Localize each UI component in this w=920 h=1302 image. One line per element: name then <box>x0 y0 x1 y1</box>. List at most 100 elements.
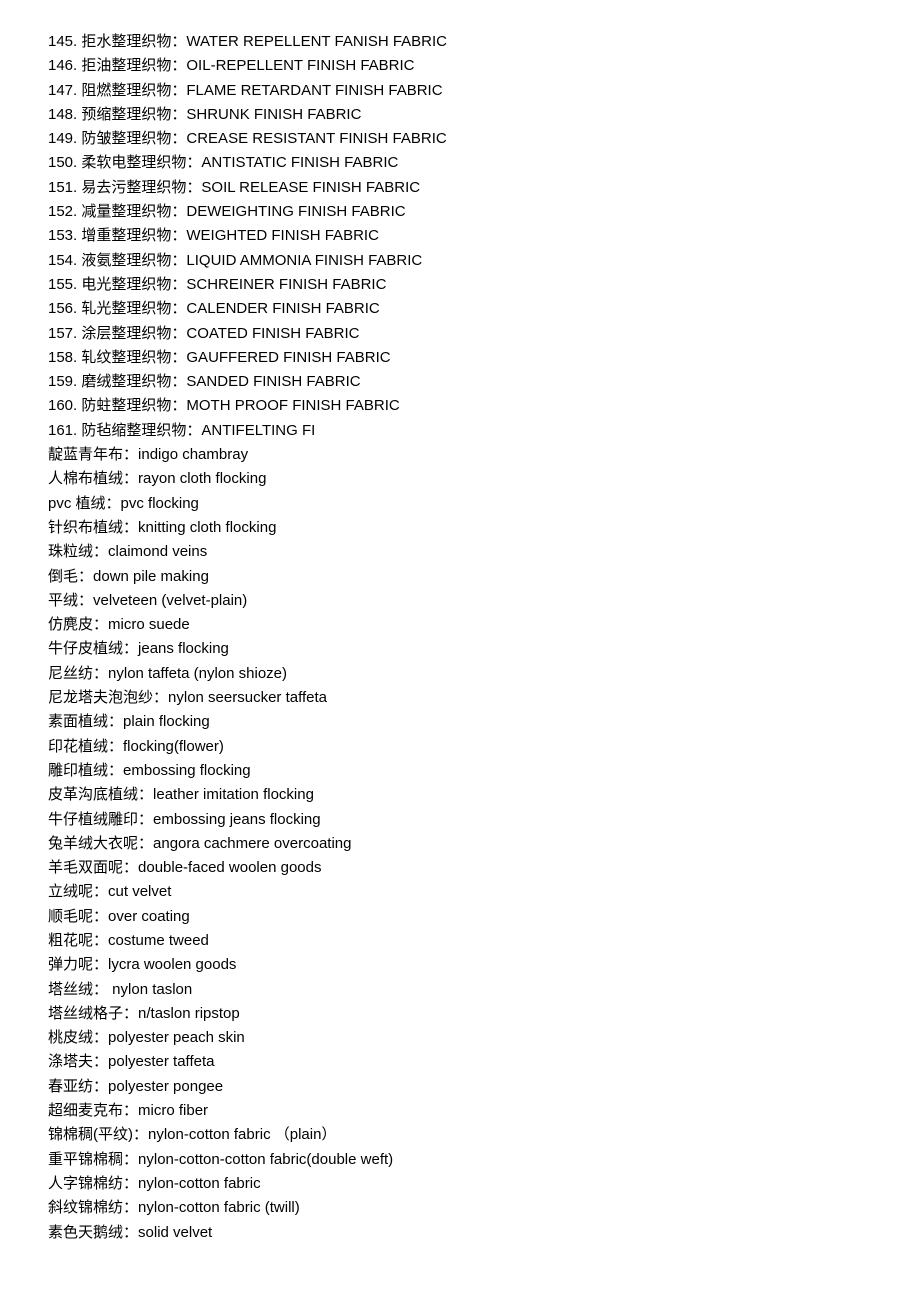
numbered-entry: 157. 涂层整理织物：COATED FINISH FABRIC <box>48 322 872 346</box>
entry-number: 152. <box>48 203 77 220</box>
term-entry: 春亚纺：polyester pongee <box>48 1075 872 1099</box>
term-cn: 尼丝纺： <box>48 665 108 682</box>
term-en: knitting cloth flocking <box>138 519 276 536</box>
term-cn: 重平锦棉稠： <box>48 1151 138 1168</box>
entry-en: LIQUID AMMONIA FINISH FABRIC <box>186 252 422 269</box>
numbered-entry: 154. 液氨整理织物：LIQUID AMMONIA FINISH FABRIC <box>48 249 872 273</box>
term-en: indigo chambray <box>138 446 248 463</box>
numbered-entry: 156. 轧光整理织物：CALENDER FINISH FABRIC <box>48 297 872 321</box>
term-entry: 印花植绒：flocking(flower) <box>48 735 872 759</box>
term-cn: 桃皮绒： <box>48 1029 108 1046</box>
term-en: cut velvet <box>108 883 171 900</box>
term-en: embossing flocking <box>123 762 251 779</box>
term-entry: 素色天鹅绒：solid velvet <box>48 1221 872 1245</box>
entry-number: 156. <box>48 300 77 317</box>
term-en: micro fiber <box>138 1102 208 1119</box>
term-entry: 靛蓝青年布：indigo chambray <box>48 443 872 467</box>
term-en: velveteen (velvet-plain) <box>93 592 247 609</box>
term-en: rayon cloth flocking <box>138 470 266 487</box>
term-cn: 锦棉稠(平纹)： <box>48 1126 148 1143</box>
term-entry: 斜纹锦棉纺：nylon-cotton fabric (twill) <box>48 1196 872 1220</box>
entry-en: DEWEIGHTING FINISH FABRIC <box>186 203 405 220</box>
term-cn: 人棉布植绒： <box>48 470 138 487</box>
term-en: n/taslon ripstop <box>138 1005 240 1022</box>
term-entry: 锦棉稠(平纹)：nylon-cotton fabric （plain） <box>48 1123 872 1147</box>
term-cn: 针织布植绒： <box>48 519 138 536</box>
entry-en: OIL-REPELLENT FINISH FABRIC <box>186 57 414 74</box>
numbered-entry: 146. 拒油整理织物：OIL-REPELLENT FINISH FABRIC <box>48 54 872 78</box>
term-entry: 牛仔皮植绒：jeans flocking <box>48 637 872 661</box>
entry-cn: 防毡缩整理织物： <box>81 422 201 439</box>
term-cn: 人字锦棉纺： <box>48 1175 138 1192</box>
term-en: nylon-cotton fabric （plain） <box>148 1126 336 1143</box>
numbered-entry: 145. 拒水整理织物：WATER REPELLENT FANISH FABRI… <box>48 30 872 54</box>
term-en: nylon seersucker taffeta <box>168 689 327 706</box>
term-entry: 兔羊绒大衣呢：angora cachmere overcoating <box>48 832 872 856</box>
term-en: nylon-cotton fabric <box>138 1175 261 1192</box>
entry-cn: 液氨整理织物： <box>81 252 186 269</box>
entry-cn: 电光整理织物： <box>81 276 186 293</box>
numbered-entry: 153. 增重整理织物：WEIGHTED FINISH FABRIC <box>48 224 872 248</box>
term-entry: 仿麂皮：micro suede <box>48 613 872 637</box>
term-en: nylon taslon <box>112 981 192 998</box>
entry-en: WATER REPELLENT FANISH FABRIC <box>186 33 447 50</box>
term-en: jeans flocking <box>138 640 229 657</box>
numbered-entry: 150. 柔软电整理织物：ANTISTATIC FINISH FABRIC <box>48 151 872 175</box>
entry-cn: 轧纹整理织物： <box>81 349 186 366</box>
term-entry: 人字锦棉纺：nylon-cotton fabric <box>48 1172 872 1196</box>
term-en: embossing jeans flocking <box>153 811 321 828</box>
entry-number: 150. <box>48 154 77 171</box>
term-entry: pvc 植绒：pvc flocking <box>48 492 872 516</box>
numbered-entry: 160. 防蛀整理织物：MOTH PROOF FINISH FABRIC <box>48 394 872 418</box>
term-en: claimond veins <box>108 543 207 560</box>
entry-cn: 预缩整理织物： <box>81 106 186 123</box>
entry-number: 151. <box>48 179 77 196</box>
term-cn: 素色天鹅绒： <box>48 1224 138 1241</box>
term-cn: 雕印植绒： <box>48 762 123 779</box>
term-en: leather imitation flocking <box>153 786 314 803</box>
term-en: double-faced woolen goods <box>138 859 321 876</box>
entry-cn: 磨绒整理织物： <box>81 373 186 390</box>
entry-number: 159. <box>48 373 77 390</box>
entry-number: 145. <box>48 33 77 50</box>
term-cn: 牛仔植绒雕印： <box>48 811 153 828</box>
term-en: nylon-cotton-cotton fabric(double weft) <box>138 1151 393 1168</box>
entry-number: 161. <box>48 422 77 439</box>
numbered-entry: 158. 轧纹整理织物：GAUFFERED FINISH FABRIC <box>48 346 872 370</box>
term-cn: 平绒： <box>48 592 93 609</box>
term-cn: 素面植绒： <box>48 713 123 730</box>
numbered-entry: 151. 易去污整理织物：SOIL RELEASE FINISH FABRIC <box>48 176 872 200</box>
term-en: angora cachmere overcoating <box>153 835 351 852</box>
entry-number: 148. <box>48 106 77 123</box>
numbered-entry: 149. 防皱整理织物：CREASE RESISTANT FINISH FABR… <box>48 127 872 151</box>
term-cn: 羊毛双面呢： <box>48 859 138 876</box>
term-entry: 牛仔植绒雕印：embossing jeans flocking <box>48 808 872 832</box>
term-entry: 羊毛双面呢：double-faced woolen goods <box>48 856 872 880</box>
term-cn: 春亚纺： <box>48 1078 108 1095</box>
term-en: micro suede <box>108 616 190 633</box>
entry-cn: 阻燃整理织物： <box>81 82 186 99</box>
entry-en: SCHREINER FINISH FABRIC <box>186 276 386 293</box>
entry-number: 147. <box>48 82 77 99</box>
numbered-entry: 161. 防毡缩整理织物：ANTIFELTING FI <box>48 419 872 443</box>
entry-cn: 柔软电整理织物： <box>81 154 201 171</box>
term-entry: 尼龙塔夫泡泡纱：nylon seersucker taffeta <box>48 686 872 710</box>
term-entry: 塔丝绒： nylon taslon <box>48 978 872 1002</box>
numbered-entry: 159. 磨绒整理织物：SANDED FINISH FABRIC <box>48 370 872 394</box>
term-cn: 超细麦克布： <box>48 1102 138 1119</box>
entry-en: CALENDER FINISH FABRIC <box>186 300 379 317</box>
term-entry: 雕印植绒：embossing flocking <box>48 759 872 783</box>
term-cn: 牛仔皮植绒： <box>48 640 138 657</box>
term-entry: 塔丝绒格子：n/taslon ripstop <box>48 1002 872 1026</box>
term-entry: 涤塔夫：polyester taffeta <box>48 1050 872 1074</box>
term-en: costume tweed <box>108 932 209 949</box>
term-entry: 针织布植绒：knitting cloth flocking <box>48 516 872 540</box>
term-cn: 印花植绒： <box>48 738 123 755</box>
term-cn: 兔羊绒大衣呢： <box>48 835 153 852</box>
entry-cn: 轧光整理织物： <box>81 300 186 317</box>
term-entry: 珠粒绒：claimond veins <box>48 540 872 564</box>
term-entry: 皮革沟底植绒：leather imitation flocking <box>48 783 872 807</box>
numbered-entry: 147. 阻燃整理织物：FLAME RETARDANT FINISH FABRI… <box>48 79 872 103</box>
term-cn: 靛蓝青年布： <box>48 446 138 463</box>
entry-number: 153. <box>48 227 77 244</box>
